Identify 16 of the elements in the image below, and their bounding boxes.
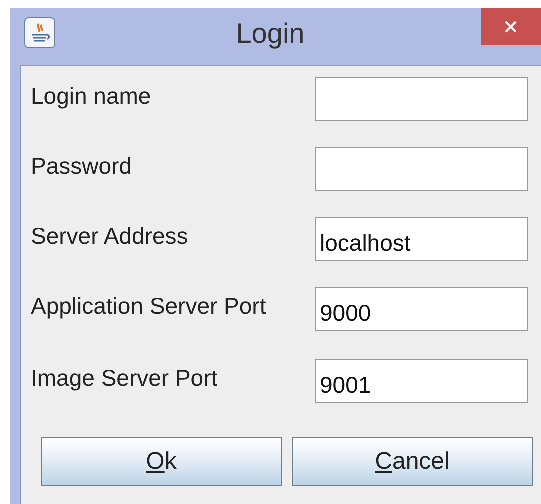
field-label: Application Server Port	[31, 292, 268, 320]
field-label: Server Address	[31, 222, 190, 250]
window-title: Login	[236, 18, 306, 50]
input-field[interactable]: 9001	[315, 359, 528, 403]
field-label: Login name	[31, 82, 152, 110]
close-icon	[504, 20, 518, 34]
dialog-button[interactable]: Cancel	[292, 437, 533, 486]
cup-icon	[24, 16, 56, 48]
input-field[interactable]: localhost	[315, 217, 528, 261]
field-label: Password	[31, 152, 133, 180]
dialog-button[interactable]: Ok	[41, 437, 282, 486]
input-field[interactable]	[315, 77, 528, 121]
close-button[interactable]	[481, 8, 541, 45]
input-field[interactable]	[315, 147, 528, 191]
input-field[interactable]: 9000	[315, 287, 528, 331]
field-label: Image Server Port	[31, 364, 219, 392]
